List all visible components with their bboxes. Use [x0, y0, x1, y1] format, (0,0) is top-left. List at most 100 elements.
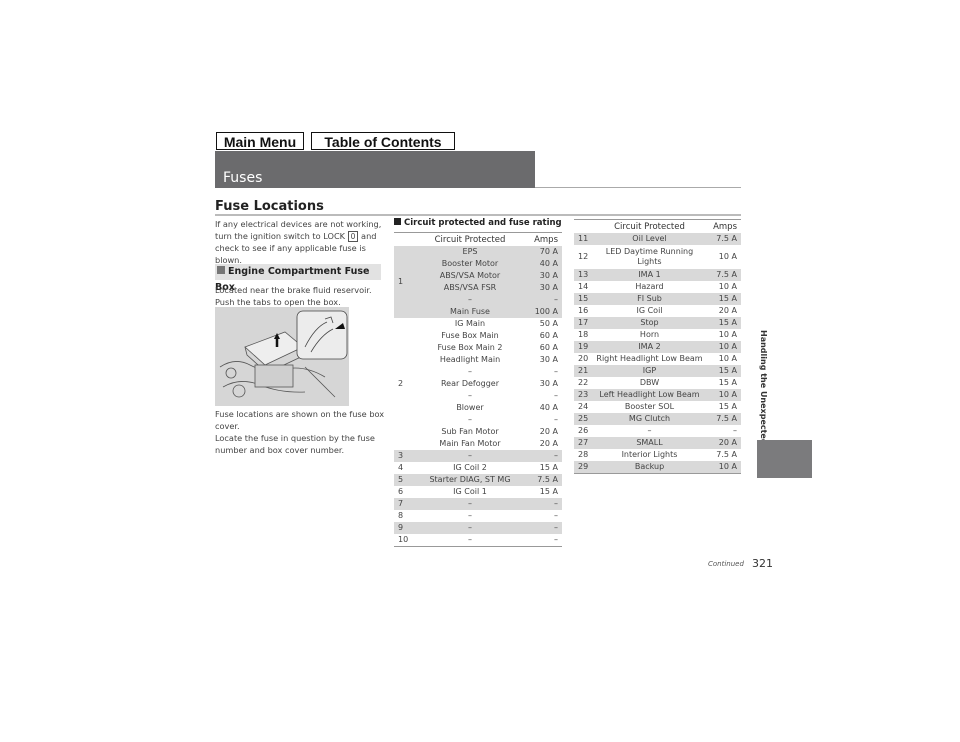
- table-row: 8 – –: [394, 510, 562, 522]
- title-divider: [535, 187, 741, 188]
- table-header-row: Circuit Protected Amps: [394, 232, 562, 246]
- chapter-tab-label: Handling the Unexpected: [759, 330, 768, 445]
- amps-header: Amps: [703, 219, 741, 233]
- amps: 7.5 A: [703, 269, 741, 281]
- intro-paragraph: If any electrical devices are not workin…: [215, 218, 390, 266]
- amps: 20 A: [703, 437, 741, 449]
- amps: 30 A: [539, 355, 558, 364]
- amps: 10 A: [718, 282, 737, 291]
- table-row: 23 Left Headlight Low Beam 10 A: [574, 389, 741, 401]
- lock-position-icon: 0: [347, 231, 359, 242]
- location-text: Located near the brake fluid reservoir. …: [215, 285, 372, 307]
- group-1-circuits: EPS Booster Motor ABS/VSA Motor ABS/VSA …: [416, 246, 524, 318]
- table-row: 18 Horn 10 A: [574, 329, 741, 341]
- circuit: –: [468, 511, 472, 520]
- circuit-header: Circuit Protected: [416, 232, 524, 246]
- circuit: –: [647, 426, 652, 435]
- circuit: Interior Lights: [621, 450, 678, 459]
- amps: –: [554, 391, 558, 400]
- fuse-number: 23: [574, 389, 596, 401]
- circuit: –: [468, 295, 472, 304]
- circuit: Stop: [596, 317, 703, 329]
- table-title: Circuit protected and fuse rating: [394, 218, 562, 228]
- table-row: 13 IMA 1 7.5 A: [574, 269, 741, 281]
- fuse-number: 12: [578, 252, 589, 261]
- table-row: 16 IG Coil 20 A: [574, 305, 741, 317]
- amps: 60 A: [539, 343, 558, 352]
- chapter-tab[interactable]: [757, 440, 812, 478]
- circuit: Starter DIAG, ST MG: [416, 474, 524, 486]
- amps: 10 A: [703, 341, 741, 353]
- main-menu-button[interactable]: Main Menu: [216, 132, 304, 150]
- circuit: IG Main: [454, 319, 486, 328]
- table-row-group-2: 2 IG Main Fuse Box Main Fuse Box Main 2 …: [394, 318, 562, 450]
- amps: 15 A: [718, 402, 737, 411]
- fuse-number: 17: [574, 317, 596, 329]
- table-header-row: Circuit Protected Amps: [574, 219, 741, 233]
- table-row: 25 MG Clutch 7.5 A: [574, 413, 741, 425]
- amps: –: [524, 534, 562, 547]
- fuse-number: 8: [398, 511, 404, 520]
- circuit: Booster SOL: [624, 402, 675, 411]
- fuse-number: 16: [578, 306, 589, 315]
- table-of-contents-button[interactable]: Table of Contents: [311, 132, 455, 150]
- amps: 100 A: [534, 307, 558, 316]
- amps: 15 A: [539, 463, 558, 472]
- table-row: 7– –: [394, 498, 562, 510]
- table-row: 17 Stop 15 A: [574, 317, 741, 329]
- continued-label: Continued: [708, 560, 744, 568]
- fuse-locations-text: Fuse locations are shown on the fuse box…: [215, 409, 385, 431]
- circuit: IGP: [596, 365, 703, 377]
- fuse-number: 20: [578, 354, 589, 363]
- circuit: Booster Motor: [441, 259, 499, 268]
- circuit: IG Coil: [636, 306, 663, 315]
- fuse-number: 29: [574, 461, 596, 474]
- fuse-number: 28: [578, 450, 589, 459]
- circuit: IMA 2: [596, 341, 703, 353]
- table-row: 21 IGP 15 A: [574, 365, 741, 377]
- fuse-table-right: Circuit Protected Amps 11 Oil Level 7.5 A1…: [574, 219, 741, 474]
- circuit: DBW: [639, 378, 660, 387]
- group-1-amps: 70 A 40 A 30 A 30 A – 100 A: [524, 246, 562, 318]
- circuit: IMA 1: [596, 269, 703, 281]
- table-row-group-1: 1 EPS Booster Motor ABS/VSA Motor ABS/VS…: [394, 246, 562, 318]
- fuse-number: 3: [394, 450, 416, 462]
- circuit: Blower: [456, 403, 484, 412]
- amps: 7.5 A: [703, 233, 741, 245]
- table-row: 15 FI Sub 15 A: [574, 293, 741, 305]
- amps: –: [524, 498, 562, 510]
- circuit: Main Fuse: [450, 307, 490, 316]
- amps: –: [554, 295, 558, 304]
- fuse-number: 19: [574, 341, 596, 353]
- circuit: –: [416, 534, 524, 547]
- table-row: 20 Right Headlight Low Beam 10 A: [574, 353, 741, 365]
- circuit: Main Fan Motor: [439, 439, 501, 448]
- amps: 40 A: [539, 259, 558, 268]
- amps: 40 A: [539, 403, 558, 412]
- circuit: MG Clutch: [596, 413, 703, 425]
- fuse-number: 11: [574, 233, 596, 245]
- square-bullet-icon: [394, 218, 401, 225]
- amps: –: [524, 522, 562, 534]
- circuit: –: [468, 367, 472, 376]
- group-2-circuits: IG Main Fuse Box Main Fuse Box Main 2 He…: [416, 318, 524, 450]
- amps: 10 A: [718, 354, 737, 363]
- fuse-number: 6: [398, 487, 404, 496]
- amps: 60 A: [539, 331, 558, 340]
- section-title: Fuse Locations: [215, 199, 324, 214]
- fuse-number: 22: [578, 378, 589, 387]
- circuit: Horn: [639, 330, 660, 339]
- table-row: 10– –: [394, 534, 562, 547]
- amps: 7.5 A: [703, 413, 741, 425]
- fuse-table-left: Circuit Protected Amps 1 EPS Booster Mot…: [394, 232, 562, 547]
- table-title-label: Circuit protected and fuse rating: [404, 218, 562, 228]
- fuse-number: 7: [394, 498, 416, 510]
- table-row: 27 SMALL 20 A: [574, 437, 741, 449]
- fuse-number: 2: [398, 379, 404, 388]
- circuit: –: [416, 522, 524, 534]
- group-2-amps: 50 A 60 A 60 A 30 A – 30 A – 40 A – 20 A…: [524, 318, 562, 450]
- amps: –: [554, 367, 558, 376]
- fuse-number: 18: [578, 330, 589, 339]
- amps: –: [554, 511, 558, 520]
- amps: 20 A: [718, 306, 737, 315]
